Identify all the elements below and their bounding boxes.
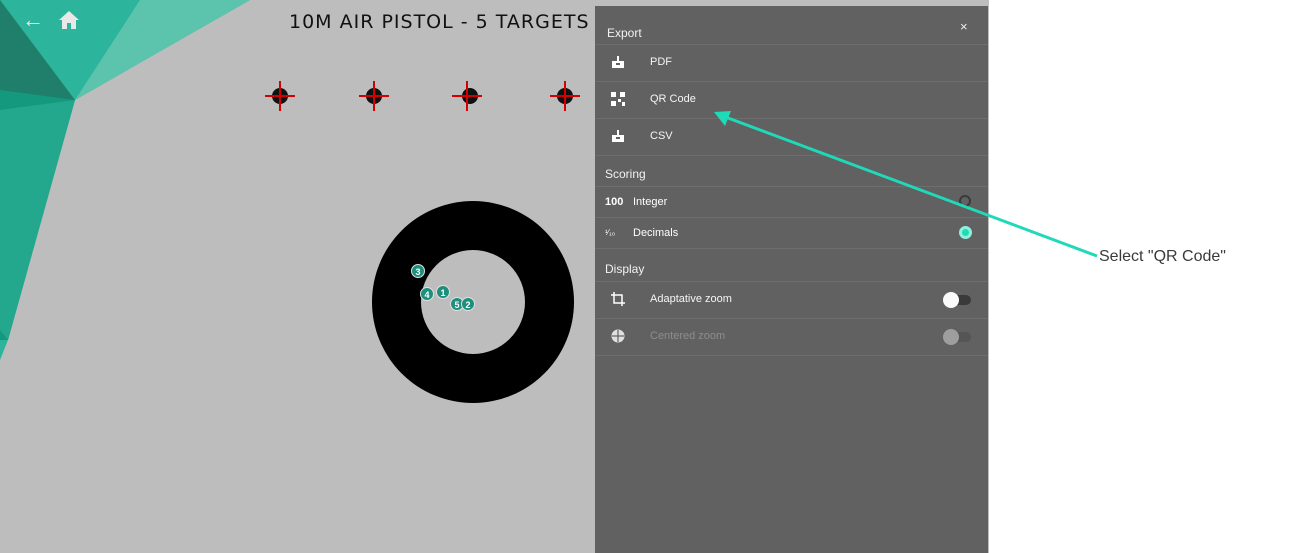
annotation-arrow: [714, 111, 1098, 258]
annotation-label: Select "QR Code": [1099, 248, 1226, 265]
